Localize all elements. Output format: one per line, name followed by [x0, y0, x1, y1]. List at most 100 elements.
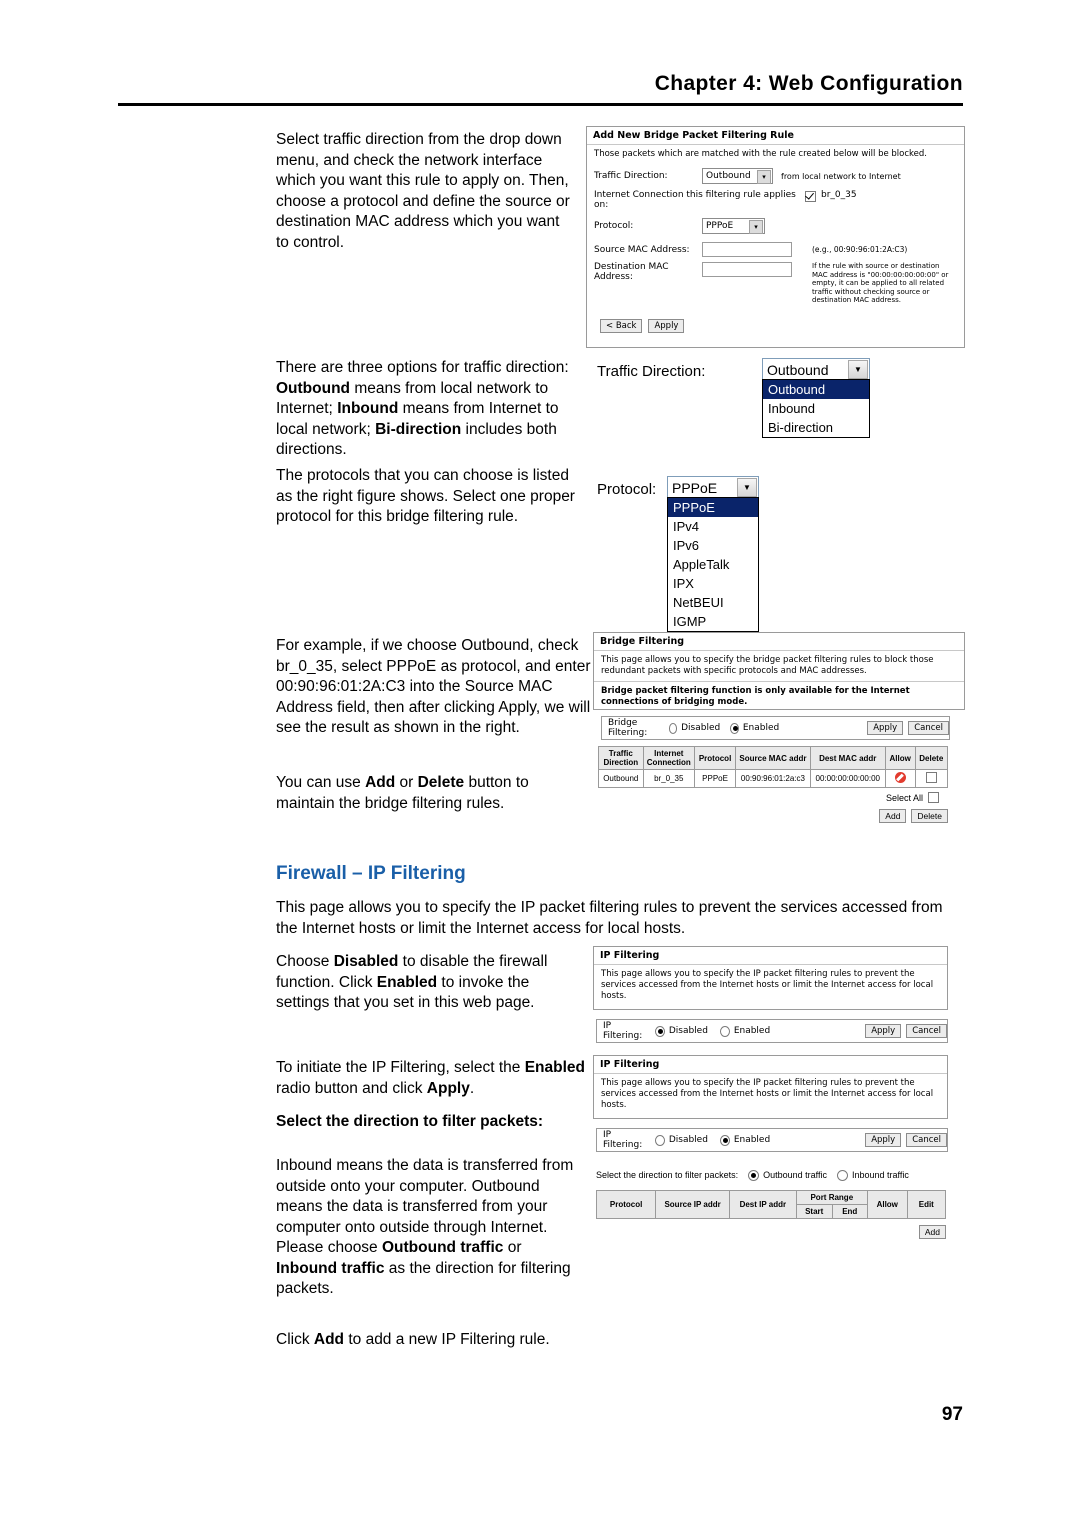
table-header-row: Protocol Source IP addr Dest IP addr Por… [595, 1190, 947, 1219]
table-row: Outbound br_0_35 PPPoE 00:90:96:01:2a:c3… [598, 769, 949, 788]
figure-ip-filtering-enabled-header: IP Filtering This page allows you to spe… [593, 1055, 948, 1119]
figure-ip-filtering-disabled-header: IP Filtering This page allows you to spe… [593, 946, 948, 1010]
bridge-filtering-radio-enabled[interactable] [730, 722, 739, 734]
bridge-filtering-radio-disabled[interactable] [668, 722, 678, 734]
traffic-direction-option-outbound[interactable]: Outbound [763, 380, 869, 399]
traffic-direction-selected-value: Outbound [767, 361, 829, 378]
col-internet-connection: Internet Connection [642, 746, 696, 770]
figure-add-bridge-rule: Add New Bridge Packet Filtering Rule Tho… [586, 126, 965, 348]
ipf2-radio-inbound[interactable] [836, 1169, 848, 1181]
protocol-selected-value: PPPoE [672, 479, 718, 496]
protocol-option-igmp[interactable]: IGMP [668, 612, 758, 631]
figure-title: Add New Bridge Packet Filtering Rule [587, 127, 964, 145]
cell-dest-mac: 00:00:00:00:00:00 [809, 769, 886, 788]
traffic-direction-option-inbound[interactable]: Inbound [763, 399, 869, 418]
traffic-direction-value: Outbound [706, 171, 751, 181]
ipf2-toggle-bar: IP Filtering: Disabled Enabled Apply Can… [596, 1128, 948, 1152]
chevron-down-icon: ▾ [749, 220, 763, 234]
bridge-delete-button[interactable]: Delete [911, 809, 948, 823]
protocol-option-list[interactable]: PPPoE IPv4 IPv6 AppleTalk IPX NetBEUI IG… [667, 497, 759, 632]
protocol-figure-label: Protocol: [597, 481, 657, 498]
figure-bridge-filtering-header: Bridge Filtering This page allows you to… [593, 632, 965, 710]
col-allow: Allow [884, 746, 916, 770]
protocol-option-pppoe[interactable]: PPPoE [668, 498, 758, 517]
p2-seg-1: Outbound [276, 379, 351, 397]
bridge-filtering-toggle-bar: Bridge Filtering: Disabled Enabled Apply… [601, 716, 950, 740]
chevron-down-icon: ▾ [757, 170, 771, 184]
p2-seg-3: Inbound [337, 400, 399, 417]
protocol-option-ipv4[interactable]: IPv4 [668, 517, 758, 536]
traffic-direction-option-bidirection[interactable]: Bi-direction [763, 418, 869, 437]
bridge-filtering-cancel-button[interactable]: Cancel [908, 721, 949, 735]
ipf2-radio-outbound[interactable] [748, 1169, 760, 1181]
p8-seg-4: . [469, 1079, 475, 1097]
interface-checkbox[interactable] [805, 191, 816, 202]
source-mac-label: Source MAC Address: [594, 244, 690, 255]
row-delete-checkbox[interactable] [925, 772, 937, 783]
select-all-checkbox[interactable] [928, 792, 939, 803]
chapter-header: Chapter 4: Web Configuration [654, 72, 963, 95]
select-all-label: Select All [885, 792, 923, 803]
col-delete: Delete [914, 746, 949, 770]
paragraph-8: To initiate the IP Filtering, select the… [276, 1058, 588, 1099]
paragraph-6: This page allows you to specify the IP p… [276, 899, 943, 937]
ipf1-note: This page allows you to specify the IP p… [601, 969, 934, 1001]
cell-allow [884, 769, 916, 788]
figure-protocol-dropdown: Protocol: PPPoE ▼ PPPoE IPv4 IPv6 AppleT… [597, 476, 877, 632]
cell-traffic-direction: Outbound [598, 769, 644, 788]
interface-checkbox-label: br_0_35 [821, 190, 857, 200]
cell-source-mac: 00:90:96:01:2a:c3 [735, 769, 811, 788]
ipf2-apply-button[interactable]: Apply [865, 1133, 902, 1147]
col-protocol: Protocol [595, 1190, 657, 1219]
col-source-mac: Source MAC addr [735, 746, 811, 770]
bridge-filtering-note-2: Bridge packet filtering function is only… [601, 686, 910, 707]
ipf1-title: IP Filtering [594, 947, 947, 965]
p8-seg-1: Enabled [524, 1059, 586, 1076]
paragraph-2: There are three options for traffic dire… [276, 358, 586, 461]
p10-seg-3: Inbound traffic [276, 1259, 385, 1277]
back-button[interactable]: < Back [600, 318, 643, 333]
bridge-filtering-apply-button[interactable]: Apply [867, 721, 904, 735]
chevron-down-icon[interactable]: ▼ [848, 360, 868, 379]
dest-mac-input[interactable] [702, 262, 792, 277]
col-traffic-direction: Traffic Direction [598, 746, 644, 770]
traffic-direction-option-list[interactable]: Outbound Inbound Bi-direction [762, 379, 870, 438]
dest-mac-label: Destination MAC Address: [594, 262, 669, 282]
paragraph-1: Select traffic direction from the drop d… [276, 131, 570, 251]
ipf2-table-actions: Add [596, 1225, 946, 1239]
ipf1-radio-disabled[interactable] [654, 1025, 665, 1037]
ipf2-add-button[interactable]: Add [918, 1225, 946, 1239]
ipf1-cancel-button[interactable]: Cancel [906, 1024, 947, 1038]
apply-button[interactable]: Apply [648, 318, 685, 333]
p8-seg-2: radio button and click [276, 1079, 427, 1097]
protocol-option-appletalk[interactable]: AppleTalk [668, 555, 758, 574]
p10-seg-2: or [503, 1239, 522, 1256]
p10-seg-1: Outbound traffic [382, 1239, 504, 1256]
bridge-filtering-rule-table: Traffic Direction Internet Connection Pr… [598, 746, 949, 788]
protocol-option-ipx[interactable]: IPX [668, 574, 758, 593]
ipf1-radio-enabled[interactable] [719, 1025, 730, 1037]
p2-seg-5: Bi-direction [375, 420, 462, 438]
ipf2-radio-enabled[interactable] [719, 1134, 730, 1146]
col-dest-mac: Dest MAC addr [809, 746, 886, 770]
traffic-direction-combobox[interactable]: Outbound ▼ [762, 358, 870, 381]
ipf2-toggle-label: IP Filtering: [603, 1130, 643, 1150]
ipf2-cancel-button[interactable]: Cancel [906, 1133, 947, 1147]
cell-internet-connection: br_0_35 [642, 769, 696, 788]
protocol-combobox[interactable]: PPPoE ▼ [667, 476, 759, 499]
chevron-down-icon[interactable]: ▼ [737, 478, 757, 497]
bridge-add-button[interactable]: Add [879, 809, 907, 823]
source-mac-input[interactable] [702, 242, 792, 257]
protocol-select[interactable]: PPPoE ▾ [702, 218, 765, 234]
figure-traffic-direction-dropdown: Traffic Direction: Outbound ▼ Outbound I… [597, 358, 877, 448]
bridge-filtering-note-1: This page allows you to specify the brid… [601, 655, 934, 676]
ipf2-rule-table: Protocol Source IP addr Dest IP addr Por… [595, 1190, 947, 1219]
traffic-direction-select[interactable]: Outbound ▾ [702, 168, 773, 184]
ipf1-toggle-label: IP Filtering: [603, 1021, 643, 1041]
bridge-filtering-title: Bridge Filtering [594, 633, 964, 651]
p8-seg-0: To initiate the IP Filtering, select the [276, 1059, 525, 1076]
ipf2-radio-disabled[interactable] [654, 1134, 665, 1146]
ipf1-apply-button[interactable]: Apply [865, 1024, 902, 1038]
protocol-option-ipv6[interactable]: IPv6 [668, 536, 758, 555]
protocol-option-netbeui[interactable]: NetBEUI [668, 593, 758, 612]
